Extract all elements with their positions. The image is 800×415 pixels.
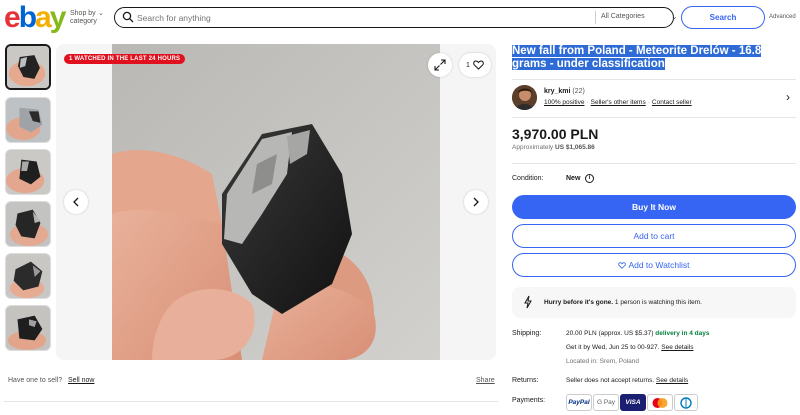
returns-label: Returns: (512, 377, 539, 384)
gpay-label: G Pay (596, 399, 616, 406)
urgency-text: Hurry before it's gone. 1 person is watc… (544, 299, 702, 306)
advanced-search-link[interactable]: Advanced (769, 14, 796, 20)
google-pay-icon: G Pay (593, 394, 619, 411)
visa-icon: VISA (620, 394, 646, 411)
info-icon[interactable]: i (585, 174, 594, 183)
thumbnail-image (6, 306, 50, 350)
mastercard-logo (652, 397, 668, 408)
next-image-button[interactable] (464, 190, 488, 214)
paypal-label: PayPal (568, 399, 590, 406)
avatar-image (512, 85, 537, 110)
urgency-rest: 1 person is watching this item. (613, 299, 702, 306)
main-image-viewer[interactable]: 1 WATCHED IN THE LAST 24 HOURS 1 (56, 44, 496, 360)
separator-dot: · (647, 99, 650, 106)
paypal-icon: PayPal (566, 394, 592, 411)
shipping-cost: 20.00 PLN (approx. US $5.37) delivery in… (566, 330, 709, 337)
search-input[interactable] (137, 10, 577, 25)
condition-label: Condition: (512, 175, 544, 182)
shipping-cost-text: 20.00 PLN (approx. US $5.37) (566, 330, 654, 337)
thumbnail-2[interactable] (5, 97, 51, 143)
shop-by-category-button[interactable]: Shop by category ⌄ (70, 10, 110, 26)
search-bar: All Categories ⌄ (114, 7, 678, 28)
category-label: All Categories (601, 13, 645, 20)
chevron-right-icon[interactable]: › (786, 90, 790, 104)
shop-by-label: Shop by category (70, 10, 97, 25)
approx-price: Approximately US $1,065.86 (512, 144, 595, 151)
seller-links: 100% positive · Seller's other items · Conta… (544, 99, 692, 106)
watch-button[interactable]: 1 (459, 53, 491, 77)
thumbnail-image (6, 150, 50, 194)
heart-icon (618, 261, 627, 269)
thumbnail-3[interactable] (5, 149, 51, 195)
chevron-left-icon (73, 197, 79, 207)
expand-button[interactable] (428, 53, 452, 77)
listing-title-text: New fall from Poland - Meteorite Drelów … (512, 45, 762, 70)
seller-username: kry_kmi (544, 88, 571, 95)
share-link[interactable]: Share (476, 377, 495, 384)
chevron-down-icon: ⌄ (671, 12, 678, 21)
divider (512, 163, 796, 164)
urgency-bold: Hurry before it's gone. (544, 299, 614, 306)
approx-label: Approximately (512, 144, 554, 151)
contact-seller-link[interactable]: Contact seller (652, 99, 692, 106)
have-one-to-sell: Have one to sell? (8, 377, 63, 384)
returns-policy: Seller does not accept returns. See deta… (566, 377, 688, 384)
lightning-icon (524, 295, 532, 309)
seller-other-items-link[interactable]: Seller's other items (591, 99, 646, 106)
visa-label: VISA (625, 399, 641, 406)
approx-value: US $1,065.86 (555, 144, 595, 151)
seller-name[interactable]: kry_kmi (22) (544, 88, 585, 95)
add-to-watchlist-button[interactable]: Add to Watchlist (512, 253, 796, 277)
thumbnail-6[interactable] (5, 305, 51, 351)
category-select[interactable]: All Categories ⌄ (601, 12, 678, 21)
returns-see-details-link[interactable]: See details (656, 377, 688, 384)
thumbnail-image (6, 254, 50, 298)
diners-icon (674, 394, 698, 411)
returns-text: Seller does not accept returns. (566, 377, 655, 384)
urgency-banner: Hurry before it's gone. 1 person is watc… (512, 287, 796, 318)
search-divider (595, 11, 596, 24)
thumbnail-image (6, 98, 50, 142)
thumbnail-image (7, 46, 49, 88)
divider (512, 117, 796, 118)
previous-image-button[interactable] (64, 190, 88, 214)
watch-count: 1 (466, 61, 470, 69)
shipping-see-details-link[interactable]: See details (661, 344, 693, 351)
buy-it-now-button[interactable]: Buy It Now (512, 195, 796, 219)
product-photo (112, 44, 440, 360)
condition-value: New (566, 175, 581, 182)
separator-dot: · (586, 99, 589, 106)
delivery-estimate: delivery in 4 days (653, 330, 710, 337)
thumbnail-image (6, 202, 50, 246)
chevron-down-icon: ⌄ (98, 10, 104, 17)
seller-positive-link[interactable]: 100% positive (544, 99, 584, 106)
add-to-cart-button[interactable]: Add to cart (512, 224, 796, 248)
thumbnail-1[interactable] (5, 44, 51, 90)
add-to-watchlist-label: Add to Watchlist (628, 260, 690, 270)
item-location: Located in: Srem, Poland (566, 358, 639, 365)
mastercard-icon (647, 394, 673, 411)
listing-title: New fall from Poland - Meteorite Drelów … (512, 45, 796, 71)
price: 3,970.00 PLN (512, 126, 599, 142)
payments-label: Payments: (512, 397, 546, 404)
watch-badge: 1 WATCHED IN THE LAST 24 HOURS (64, 54, 186, 64)
delivery-date-text: Get it by Wed, Jun 25 to 00-927. (566, 344, 660, 351)
chevron-right-icon (473, 197, 479, 207)
ebay-logo[interactable]: ebay (4, 2, 66, 34)
diners-logo (680, 396, 692, 409)
delivery-date: Get it by Wed, Jun 25 to 00-927. See det… (566, 344, 693, 351)
thumbnail-4[interactable] (5, 201, 51, 247)
sell-now-link[interactable]: Sell now (68, 377, 94, 384)
search-button[interactable]: Search (681, 6, 765, 29)
divider (4, 401, 498, 402)
expand-icon (434, 59, 446, 71)
seller-feedback-count: (22) (572, 88, 585, 95)
divider (512, 79, 796, 80)
heart-icon (473, 60, 484, 70)
thumbnail-5[interactable] (5, 253, 51, 299)
seller-avatar[interactable] (512, 85, 537, 110)
shipping-label: Shipping: (512, 330, 542, 337)
search-icon (122, 11, 134, 23)
